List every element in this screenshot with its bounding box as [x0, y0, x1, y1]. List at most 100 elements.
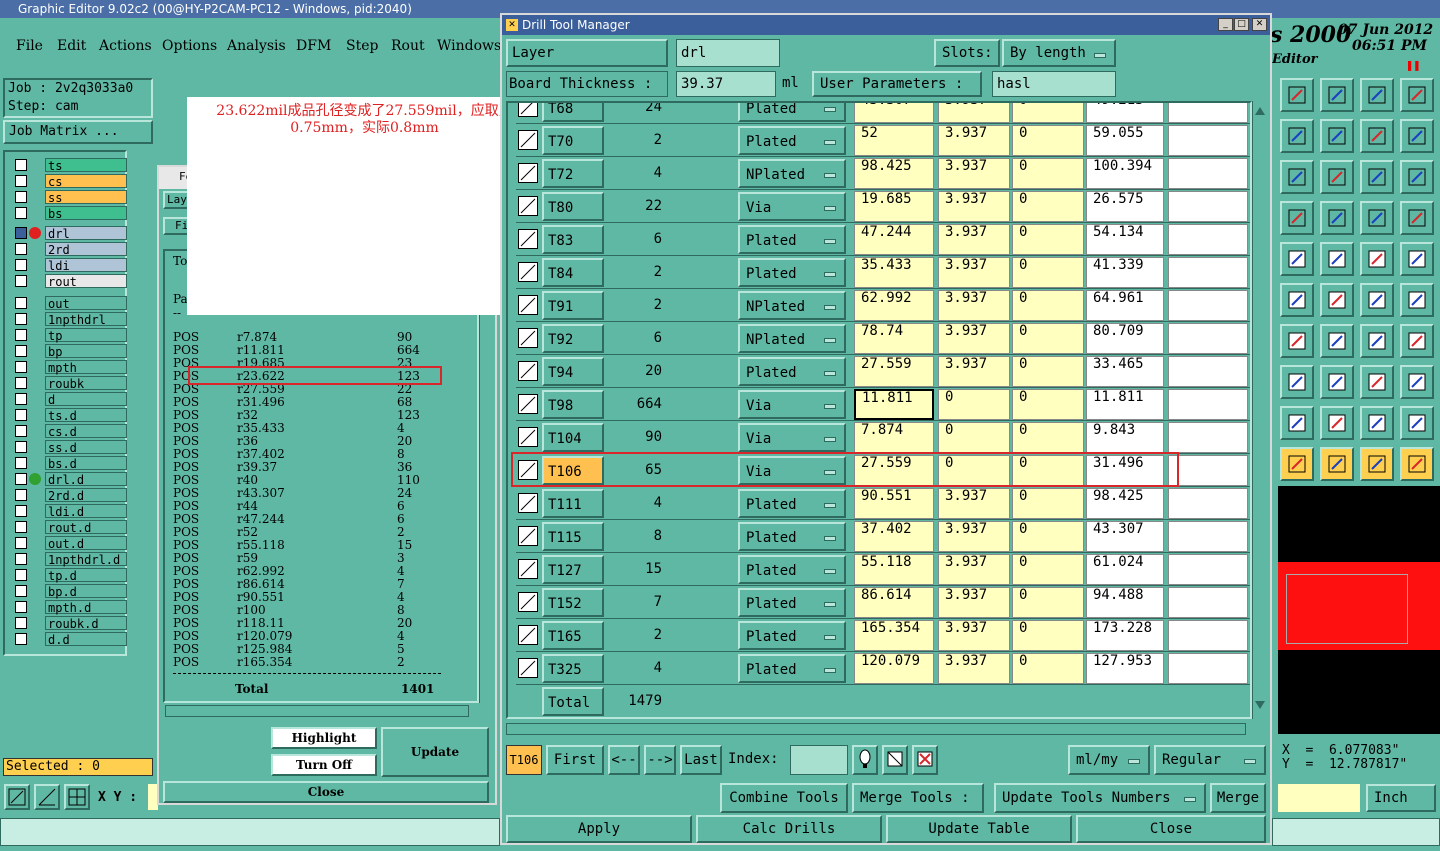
tool-row[interactable]: T92 6 NPlated 78.74 3.937 0 80.709 — [516, 322, 1250, 355]
tool-notes-field[interactable] — [1168, 554, 1248, 585]
tolerance-plus-field[interactable]: 3.937 — [938, 356, 1010, 387]
drill-close-button[interactable]: Close — [1076, 815, 1266, 843]
tool-type-dropdown[interactable]: Via — [738, 423, 846, 452]
tolerance-minus-field[interactable]: 0 — [1012, 653, 1084, 684]
units-dropdown[interactable]: ml/my — [1068, 745, 1150, 775]
scroll-down-icon[interactable] — [1255, 701, 1265, 709]
finish-size-field[interactable]: 55.118 — [854, 554, 934, 585]
tolerance-plus-field[interactable]: 3.937 — [938, 587, 1010, 618]
open-icon[interactable] — [1280, 78, 1314, 112]
layer-item[interactable]: cs — [45, 174, 127, 189]
update-table-button[interactable]: Update Table — [886, 815, 1072, 843]
finish-size-field[interactable]: 37.402 — [854, 521, 934, 552]
tool-type-dropdown[interactable]: Plated — [738, 588, 846, 617]
first-button[interactable]: First — [546, 745, 604, 775]
layer-checkbox[interactable] — [15, 409, 27, 421]
tolerance-minus-field[interactable]: 0 — [1012, 323, 1084, 354]
select-icon[interactable] — [882, 745, 908, 775]
drill-size-field[interactable]: 64.961 — [1086, 290, 1164, 321]
report-file-button[interactable]: Fi — [163, 217, 189, 235]
report-layer-button[interactable]: Lay — [163, 191, 189, 209]
tolerance-plus-field[interactable]: 3.937 — [938, 488, 1010, 519]
tolerance-minus-field[interactable]: 0 — [1012, 191, 1084, 222]
layer-item[interactable]: ldi — [45, 258, 127, 273]
menu-actions[interactable]: Actions — [99, 38, 152, 54]
menu-options[interactable]: Options — [162, 38, 217, 54]
tool-notes-field[interactable] — [1168, 191, 1248, 222]
tolerance-minus-field[interactable]: 0 — [1012, 158, 1084, 189]
tool-notes-field[interactable] — [1168, 323, 1248, 354]
home-icon[interactable] — [1360, 78, 1394, 112]
tolerance-minus-field[interactable]: 0 — [1012, 356, 1084, 387]
slots-dropdown[interactable]: By length — [1002, 39, 1116, 67]
point-icon[interactable] — [1280, 365, 1314, 399]
turn-off-button[interactable]: Turn Off — [271, 754, 377, 776]
tolerance-plus-field[interactable]: 3.937 — [938, 103, 1010, 123]
tool-row[interactable]: T91 2 NPlated 62.992 3.937 0 64.961 — [516, 289, 1250, 322]
drill-size-field[interactable]: 94.488 — [1086, 587, 1164, 618]
last-button[interactable]: Last — [680, 745, 722, 775]
apply-button[interactable]: Apply — [506, 815, 692, 843]
finish-size-field[interactable]: 120.079 — [854, 653, 934, 684]
tool-type-dropdown[interactable]: Plated — [738, 126, 846, 155]
tool-type-dropdown[interactable]: Via — [738, 390, 846, 419]
arch-icon[interactable] — [1360, 406, 1394, 440]
tool-notes-field[interactable] — [1168, 290, 1248, 321]
menu-windows[interactable]: Windows — [437, 38, 501, 54]
align-icon[interactable] — [1360, 365, 1394, 399]
angle-icon[interactable] — [1280, 324, 1314, 358]
prev-button[interactable]: <-- — [608, 745, 640, 775]
drill-size-field[interactable]: 11.811 — [1086, 389, 1164, 420]
pointer-select-icon[interactable] — [1360, 447, 1394, 481]
rectangle-icon[interactable] — [1320, 242, 1354, 276]
layer-checkbox[interactable] — [15, 227, 27, 239]
layer-item[interactable]: bp.d — [45, 584, 127, 599]
layer-item[interactable]: tp.d — [45, 568, 127, 583]
tool-row[interactable]: T127 15 Plated 55.118 3.937 0 61.024 — [516, 553, 1250, 586]
tool-notes-field[interactable] — [1168, 653, 1248, 684]
tool-name[interactable]: T68 — [542, 103, 604, 122]
layer-item[interactable]: ss — [45, 190, 127, 205]
drill-size-field[interactable]: 33.465 — [1086, 356, 1164, 387]
drill-size-field[interactable]: 43.307 — [1086, 521, 1164, 552]
finish-size-field[interactable]: 98.425 — [854, 158, 934, 189]
tolerance-plus-field[interactable]: 3.937 — [938, 224, 1010, 255]
user-params-button[interactable]: User Parameters : — [812, 71, 982, 97]
highlight-button[interactable]: Highlight — [271, 727, 377, 749]
update-button[interactable]: Update — [381, 727, 489, 777]
drill-size-field[interactable]: 80.709 — [1086, 323, 1164, 354]
layer-checkbox[interactable] — [15, 275, 27, 287]
delete-icon[interactable] — [912, 745, 938, 775]
layer-checkbox[interactable] — [15, 159, 27, 171]
tolerance-plus-field[interactable]: 3.937 — [938, 125, 1010, 156]
layers-icon[interactable] — [1360, 201, 1394, 235]
drill-size-field[interactable]: 98.425 — [1086, 488, 1164, 519]
layer-checkbox[interactable] — [15, 441, 27, 453]
tool-name[interactable]: T94 — [542, 357, 604, 386]
tool-notes-field[interactable] — [1168, 488, 1248, 519]
tool-type-dropdown[interactable]: Plated — [738, 225, 846, 254]
finish-size-field[interactable]: 43.307 — [854, 103, 934, 123]
tolerance-minus-field[interactable]: 0 — [1012, 290, 1084, 321]
tool-name[interactable]: T111 — [542, 489, 604, 518]
layer-item[interactable]: bs.d — [45, 456, 127, 471]
tool-name[interactable]: T115 — [542, 522, 604, 551]
tolerance-plus-field[interactable]: 3.937 — [938, 158, 1010, 189]
drill-size-field[interactable]: 173.228 — [1086, 620, 1164, 651]
layer-checkbox[interactable] — [15, 569, 27, 581]
menu-rout[interactable]: Rout — [391, 38, 425, 54]
tolerance-plus-field[interactable]: 3.937 — [938, 554, 1010, 585]
add-point-icon[interactable] — [1360, 283, 1394, 317]
help-icon[interactable] — [1400, 160, 1434, 194]
layer-checkbox[interactable] — [15, 457, 27, 469]
layer-item[interactable]: 2rd.d — [45, 488, 127, 503]
tolerance-minus-field[interactable]: 0 — [1012, 257, 1084, 288]
tool-row[interactable]: T94 20 Plated 27.559 3.937 0 33.465 — [516, 355, 1250, 388]
tool-notes-field[interactable] — [1168, 125, 1248, 156]
finish-size-field[interactable]: 52 — [854, 125, 934, 156]
tool-row[interactable]: T165 2 Plated 165.354 3.937 0 173.228 — [516, 619, 1250, 652]
command-line-right[interactable] — [1272, 818, 1440, 846]
layer-item[interactable]: drl.d — [45, 472, 127, 487]
layer-checkbox[interactable] — [15, 329, 27, 341]
layer-field[interactable]: drl — [676, 39, 780, 67]
